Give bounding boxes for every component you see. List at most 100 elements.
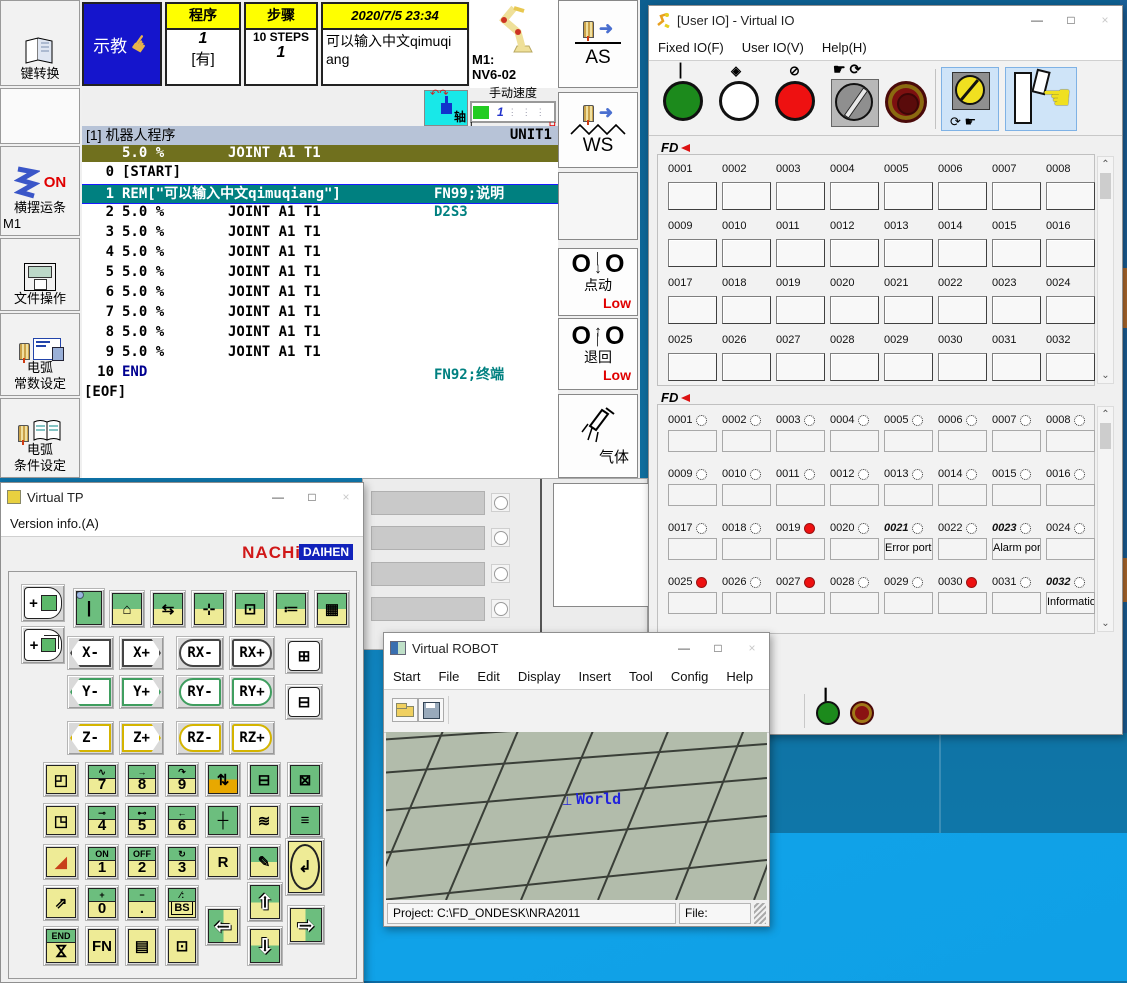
program-row-3[interactable]: 35.0 %JOINT A1 T1 <box>82 224 558 244</box>
page-plus-key[interactable]: + <box>21 626 65 664</box>
key-program-shift[interactable]: ⇅ <box>205 762 241 797</box>
io-input-button-0017[interactable] <box>668 296 717 324</box>
io-input-button-0018[interactable] <box>722 296 771 324</box>
page-up-key[interactable]: ⊞ <box>285 638 323 674</box>
sidebar-key-convert-button[interactable]: 键转换 <box>0 0 80 86</box>
menu-item-tool[interactable]: Tool <box>620 665 662 688</box>
key-stop-list[interactable]: ≔ <box>273 590 309 628</box>
io-input-button-0023[interactable] <box>992 296 1041 324</box>
io-input-button-0015[interactable] <box>992 239 1041 267</box>
key-step-set[interactable]: ⊟ <box>247 762 281 797</box>
robot-3d-view[interactable]: World ⊥ <box>386 732 767 900</box>
key-arrow-down[interactable]: ⇩ <box>247 926 283 966</box>
function-lamp[interactable] <box>491 528 510 547</box>
key-x-plus[interactable]: X+ <box>119 636 164 670</box>
key-z-minus[interactable]: Z- <box>67 721 114 755</box>
key-hand-sync[interactable]: ⇆ <box>150 590 186 628</box>
key-8[interactable]: →8 <box>125 762 159 797</box>
key-x-minus[interactable]: X- <box>67 636 114 670</box>
resize-grip[interactable] <box>754 903 766 924</box>
io-input-button-0024[interactable] <box>1046 296 1095 324</box>
jog-back-button[interactable]: O↑│O 退回 Low <box>558 318 638 390</box>
tp-mode-switch-button[interactable]: ⟳ ☛ <box>941 67 999 131</box>
io-input-button-0007[interactable] <box>992 182 1041 210</box>
io-input-button-0003[interactable] <box>776 182 825 210</box>
key-arrow-left[interactable]: ⇦ <box>205 906 241 946</box>
menu-item-user-io-v-[interactable]: User IO(V) <box>733 36 813 59</box>
io-input-button-0012[interactable] <box>830 239 879 267</box>
open-project-button[interactable] <box>392 698 418 722</box>
sidebar-arc-cond-button[interactable]: 电弧 条件设定 <box>0 398 80 478</box>
io-input-button-0006[interactable] <box>938 182 987 210</box>
maximize-button[interactable]: □ <box>295 483 329 511</box>
key-io-monitor[interactable]: ≡ <box>287 803 323 838</box>
io-input-button-0031[interactable] <box>992 353 1041 381</box>
gas-button[interactable]: 气体 <box>558 394 638 478</box>
io-input-button-0025[interactable] <box>668 353 717 381</box>
io-input-button-0020[interactable] <box>830 296 879 324</box>
key-posture[interactable]: ⌂ <box>109 590 145 628</box>
motors-on-button[interactable] <box>663 81 703 121</box>
mode-select-switch[interactable] <box>831 79 879 127</box>
io-input-button-0004[interactable] <box>830 182 879 210</box>
io-input-button-0016[interactable] <box>1046 239 1095 267</box>
io-input-button-0011[interactable] <box>776 239 825 267</box>
weave-start-button[interactable]: ➜ WS <box>558 92 638 168</box>
io-input-button-0001[interactable] <box>668 182 717 210</box>
key-ry-plus[interactable]: RY+ <box>229 675 275 709</box>
robot-title-bar[interactable]: Virtual ROBOT — □ × <box>384 633 769 663</box>
sidebar-file-op-button[interactable]: 文件操作 <box>0 238 80 311</box>
key-3[interactable]: ↻3 <box>165 844 199 880</box>
key-screen-copy[interactable]: ⊡ <box>165 926 199 966</box>
io-input-button-0019[interactable] <box>776 296 825 324</box>
key-screen-switch[interactable]: ▦ <box>314 590 350 628</box>
menu-item-start[interactable]: Start <box>384 665 429 688</box>
key-7[interactable]: ∿7 <box>85 762 119 797</box>
key-coordinate[interactable]: ⊹ <box>191 590 227 628</box>
function-lamp[interactable] <box>491 599 510 618</box>
menu-item-display[interactable]: Display <box>509 665 570 688</box>
key-rx-plus[interactable]: RX+ <box>229 636 275 670</box>
menu-item-help-h-[interactable]: Help(H) <box>813 36 876 59</box>
tp-title-bar[interactable]: Virtual TP — □ × <box>1 483 363 511</box>
maximize-button[interactable]: □ <box>1054 6 1088 34</box>
program-row-6[interactable]: 65.0 %JOINT A1 T1 <box>82 284 558 304</box>
menu-item-config[interactable]: Config <box>662 665 718 688</box>
io-input-button-0021[interactable] <box>884 296 933 324</box>
io-input-button-0010[interactable] <box>722 239 771 267</box>
key-y-minus[interactable]: Y- <box>67 675 114 709</box>
key-speed[interactable]: ◢ <box>43 844 79 880</box>
key-program-edit[interactable]: ▤ <box>125 926 159 966</box>
stop-button[interactable] <box>775 81 815 121</box>
key-rz-plus[interactable]: RZ+ <box>229 721 275 755</box>
io-input-button-0022[interactable] <box>938 296 987 324</box>
io-input-button-0013[interactable] <box>884 239 933 267</box>
program-row-8[interactable]: 85.0 %JOINT A1 T1 <box>82 324 558 344</box>
menu-item-file[interactable]: File <box>429 665 468 688</box>
user-io-title-bar[interactable]: [User IO] - Virtual IO — □ × <box>649 6 1122 34</box>
io-input-button-0008[interactable] <box>1046 182 1095 210</box>
key-rx-minus[interactable]: RX- <box>176 636 224 670</box>
io-input-scrollbar[interactable]: ⌃⌄ <box>1097 156 1114 384</box>
menu-item-fixed-io-f-[interactable]: Fixed IO(F) <box>649 36 733 59</box>
enable-plus-key[interactable]: + <box>21 584 65 622</box>
program-row-7[interactable]: 75.0 %JOINT A1 T1 <box>82 304 558 324</box>
key-9[interactable]: ↷9 <box>165 762 199 797</box>
sidebar-weave-button[interactable]: ON 横摆运条 M1 <box>0 146 80 236</box>
minimize-button[interactable]: — <box>667 633 701 663</box>
minimize-button[interactable]: — <box>261 483 295 511</box>
key-2[interactable]: OFF2 <box>125 844 159 880</box>
key-4[interactable]: ⊸4 <box>85 803 119 838</box>
key-fn[interactable]: FN <box>85 926 119 966</box>
key-end[interactable]: END⋈ <box>43 926 79 966</box>
menu-item-help[interactable]: Help <box>717 665 762 688</box>
menu-item-version-info-a-[interactable]: Version info.(A) <box>1 512 108 535</box>
program-row-2[interactable]: 25.0 %JOINT A1 T1D2S3 <box>82 204 558 224</box>
program-row-0[interactable]: 0[START] <box>82 164 558 184</box>
minimize-button[interactable]: — <box>1020 6 1054 34</box>
io-input-button-0030[interactable] <box>938 353 987 381</box>
close-button[interactable]: × <box>735 633 769 663</box>
key-unit-left[interactable]: ◰ <box>43 762 79 797</box>
io-input-button-0002[interactable] <box>722 182 771 210</box>
key-check-go[interactable]: ≋ <box>247 803 281 838</box>
